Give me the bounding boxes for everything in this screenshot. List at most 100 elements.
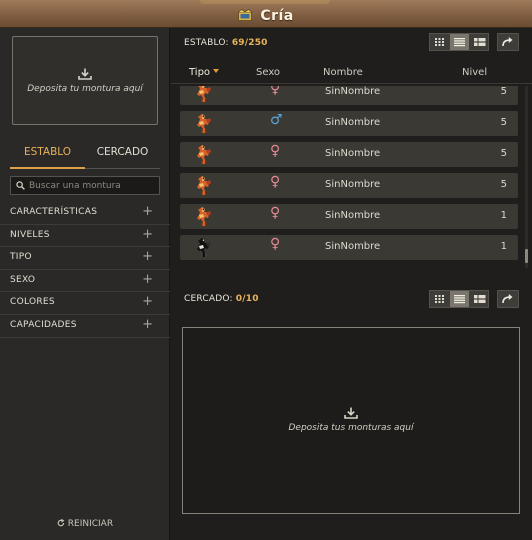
mount-level: 1 — [500, 210, 507, 221]
column-tipo[interactable]: Tipo — [189, 67, 220, 78]
female-icon: ♀ — [270, 205, 281, 221]
plus-icon[interactable]: + — [142, 318, 153, 331]
column-nombre[interactable]: Nombre — [323, 67, 363, 78]
mount-level: 1 — [500, 241, 507, 252]
mount-row[interactable]: ♂ SinNombre 5 — [180, 111, 518, 136]
paddock-title: CERCADO: 0/10 — [184, 294, 259, 304]
filter-capacidades[interactable]: CAPACIDADES + — [0, 315, 170, 338]
mount-drop-text: Deposita tu montura aquí — [27, 84, 143, 94]
mount-level: 5 — [500, 148, 507, 159]
tab-cercado[interactable]: CERCADO — [85, 143, 160, 169]
search-icon — [16, 181, 25, 190]
crown-icon — [238, 9, 253, 21]
mount-row[interactable]: ♀ SinNombre 5 — [180, 173, 518, 198]
mount-row[interactable]: ♀ SinNombre 5 — [180, 142, 518, 167]
filter-label: NIVELES — [10, 229, 50, 240]
grid-view-button[interactable] — [430, 291, 449, 307]
female-icon: ♀ — [270, 86, 281, 97]
filter-label: CARACTERÍSTICAS — [10, 207, 98, 217]
tab-establo[interactable]: ESTABLO — [10, 143, 85, 169]
paddock-count: 0/10 — [235, 294, 259, 304]
mount-name: SinNombre — [325, 179, 381, 190]
filter-niveles[interactable]: NIVELES + — [0, 225, 170, 248]
paddock-share-button[interactable] — [497, 290, 519, 308]
search-input[interactable] — [29, 178, 157, 193]
mount-row[interactable]: ♀ SinNombre 1 — [180, 204, 518, 229]
mount-sprite-icon — [194, 86, 214, 107]
stable-scrollbar[interactable] — [525, 86, 528, 268]
plus-icon[interactable]: + — [142, 205, 153, 218]
plus-icon[interactable]: + — [142, 228, 153, 241]
share-icon — [502, 294, 513, 304]
mount-name: SinNombre — [325, 241, 381, 252]
filter-colores[interactable]: COLORES + — [0, 292, 170, 315]
table-view-icon — [474, 295, 486, 303]
filter-tipo[interactable]: TIPO + — [0, 247, 170, 270]
mount-row[interactable]: ♀ SinNombre 1 — [180, 235, 518, 260]
stable-mount-list: ♀ SinNombre 5 ♂ SinNombre 5 ♀ SinNombre 5 ♀ SinNom… — [180, 86, 518, 268]
list-view-button[interactable] — [450, 291, 469, 307]
column-nivel[interactable]: Nivel — [462, 67, 487, 78]
table-view-button[interactable] — [470, 291, 489, 307]
filter-label: COLORES — [10, 297, 55, 308]
list-view-icon — [454, 38, 465, 47]
female-icon: ♀ — [270, 174, 281, 190]
grid-view-button[interactable] — [430, 34, 449, 50]
female-icon: ♀ — [270, 236, 281, 252]
mount-name: SinNombre — [325, 148, 381, 159]
column-tipo-label: Tipo — [189, 67, 211, 78]
mount-sprite-icon — [194, 206, 214, 231]
search-box — [10, 176, 160, 195]
mount-sprite-icon — [194, 175, 214, 200]
paddock-drop-zone[interactable]: Deposita tus monturas aquí — [182, 327, 520, 514]
share-icon — [502, 37, 513, 47]
reset-button[interactable]: REINICIAR — [0, 518, 170, 529]
stable-column-headers: Tipo Sexo Nombre Nivel — [171, 64, 532, 84]
stable-panel: ESTABLO: 69/250 Tipo Sexo Nombre Nivel ♀… — [171, 28, 532, 540]
mount-sprite-icon — [194, 237, 214, 262]
male-icon: ♂ — [270, 112, 283, 128]
stable-title: ESTABLO: 69/250 — [184, 38, 268, 48]
mount-name: SinNombre — [325, 210, 381, 221]
filter-label: TIPO — [10, 252, 32, 263]
filter-label: CAPACIDADES — [10, 319, 77, 330]
reset-icon — [57, 518, 65, 527]
mount-row[interactable]: ♀ SinNombre 5 — [180, 86, 518, 105]
plus-icon[interactable]: + — [142, 250, 153, 263]
column-sexo[interactable]: Sexo — [256, 67, 280, 78]
stable-count: 69/250 — [231, 38, 268, 48]
mount-name: SinNombre — [325, 86, 381, 97]
mount-sprite-icon — [194, 144, 214, 169]
paddock-view-switcher — [429, 290, 489, 308]
mount-drop-zone[interactable]: Deposita tu montura aquí — [12, 36, 158, 125]
filter-sexo[interactable]: SEXO + — [0, 270, 170, 293]
scrollbar-thumb[interactable] — [525, 249, 528, 263]
mount-sprite-icon — [194, 113, 214, 138]
left-tabs: ESTABLO CERCADO — [10, 143, 160, 169]
mount-level: 5 — [500, 179, 507, 190]
mount-level: 5 — [500, 86, 507, 97]
download-icon — [78, 68, 92, 80]
table-view-button[interactable] — [470, 34, 489, 50]
plus-icon[interactable]: + — [142, 295, 153, 308]
sort-desc-icon — [213, 69, 220, 73]
filter-list: CARACTERÍSTICAS + NIVELES + TIPO + SEXO … — [0, 202, 170, 338]
stable-share-button[interactable] — [497, 33, 519, 51]
paddock-label: CERCADO: — [184, 294, 233, 304]
stable-label: ESTABLO: — [184, 38, 229, 48]
stable-view-switcher — [429, 33, 489, 51]
list-view-button[interactable] — [450, 34, 469, 50]
plus-icon[interactable]: + — [142, 273, 153, 286]
reset-label: REINICIAR — [67, 519, 114, 529]
filter-label: SEXO — [10, 274, 36, 285]
filter-caracteristicas[interactable]: CARACTERÍSTICAS + — [0, 202, 170, 225]
mount-level: 5 — [500, 117, 507, 128]
list-view-icon — [454, 295, 465, 304]
grid-view-icon — [435, 295, 444, 303]
download-icon — [344, 407, 358, 419]
grid-view-icon — [435, 38, 444, 46]
title-bar: Cría — [0, 0, 532, 28]
table-view-icon — [474, 38, 486, 46]
mount-name: SinNombre — [325, 117, 381, 128]
paddock-drop-text: Deposita tus monturas aquí — [288, 423, 414, 433]
